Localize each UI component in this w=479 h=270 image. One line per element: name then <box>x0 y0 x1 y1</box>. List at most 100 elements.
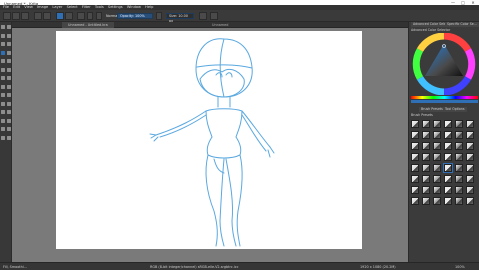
tool-icon[interactable] <box>1 67 5 72</box>
tool-icon[interactable] <box>6 67 11 72</box>
brush-preset-item[interactable] <box>422 142 430 150</box>
tool-icon[interactable] <box>1 110 5 114</box>
brush-preset-item[interactable] <box>433 175 441 183</box>
tool-icon[interactable] <box>6 76 11 80</box>
tool-icon[interactable] <box>1 33 5 38</box>
tool-icon[interactable] <box>6 59 11 63</box>
brush-preset-item[interactable] <box>444 142 452 150</box>
brush-preset-item[interactable] <box>433 153 441 161</box>
brush-preset-item[interactable] <box>444 131 452 139</box>
brush-preset-item[interactable] <box>422 153 430 161</box>
brush-preset-item[interactable] <box>455 175 463 183</box>
tool-icon[interactable] <box>6 93 11 97</box>
brush-preset-item[interactable] <box>433 131 441 139</box>
tool-icon[interactable] <box>6 25 11 29</box>
brush-preset-item[interactable] <box>444 153 452 161</box>
tool-icon[interactable] <box>1 118 5 123</box>
eraser-mode-icon[interactable] <box>87 12 93 20</box>
tab-specific-color-selector[interactable]: Specific Color Se... <box>445 22 479 27</box>
undo-icon[interactable] <box>34 12 42 20</box>
brush-preset-item[interactable] <box>422 197 430 205</box>
brush-preset-item[interactable] <box>443 163 453 173</box>
tool-icon[interactable] <box>6 84 11 89</box>
brush-preset-item[interactable] <box>422 131 430 139</box>
tool-icon[interactable] <box>1 127 5 131</box>
status-zoom[interactable]: 100% <box>455 265 465 269</box>
save-document-icon[interactable] <box>21 12 29 20</box>
tool-icon[interactable] <box>1 84 5 89</box>
tool-icon[interactable] <box>6 33 11 38</box>
tool-icon[interactable] <box>1 50 5 55</box>
brush-preset-item[interactable] <box>433 142 441 150</box>
brush-preset-item[interactable] <box>411 131 419 139</box>
size-slider[interactable]: Size: 10.00 px <box>166 13 194 23</box>
open-document-icon[interactable] <box>12 12 20 20</box>
brush-preset-item[interactable] <box>455 153 463 161</box>
brush-preset-item[interactable] <box>433 186 441 194</box>
brush-preset-item[interactable] <box>411 142 419 150</box>
brush-preset-item[interactable] <box>411 153 419 161</box>
preserve-alpha-icon[interactable] <box>96 12 102 20</box>
tool-icon[interactable] <box>6 50 11 55</box>
tool-icon[interactable] <box>1 76 5 80</box>
brush-preset-item[interactable] <box>466 164 474 172</box>
tool-icon[interactable] <box>6 127 11 131</box>
tool-icon[interactable] <box>6 135 11 140</box>
drawing-canvas[interactable] <box>56 31 362 249</box>
brush-preset-item[interactable] <box>444 186 452 194</box>
redo-icon[interactable] <box>43 12 51 20</box>
brush-preset-item[interactable] <box>455 131 463 139</box>
flow-icon[interactable] <box>156 12 162 20</box>
brush-preset-item[interactable] <box>422 186 430 194</box>
brush-preset-item[interactable] <box>444 197 452 205</box>
tool-icon[interactable] <box>1 59 5 63</box>
brush-preset-item[interactable] <box>411 164 419 172</box>
tool-icon[interactable] <box>6 110 11 114</box>
gradient-icon[interactable] <box>65 12 73 20</box>
brush-preset-item[interactable] <box>455 142 463 150</box>
tool-icon[interactable] <box>6 42 11 46</box>
color-wheel[interactable] <box>411 33 478 95</box>
brush-preset-item[interactable] <box>466 175 474 183</box>
brush-preset-item[interactable] <box>433 197 441 205</box>
new-document-icon[interactable] <box>3 12 11 20</box>
pattern-icon[interactable] <box>56 12 64 20</box>
tool-options-bar: Normal Opacity: 100% Size: 10.00 px <box>0 10 479 23</box>
tool-icon[interactable] <box>1 93 5 97</box>
tool-icon[interactable] <box>1 25 5 29</box>
brush-preset-item[interactable] <box>411 175 419 183</box>
brush-preset-item[interactable] <box>455 186 463 194</box>
tool-icon[interactable] <box>6 118 11 123</box>
brush-preset-item[interactable] <box>466 131 474 139</box>
brush-preset-item[interactable] <box>466 153 474 161</box>
brush-preset-item[interactable] <box>455 197 463 205</box>
mirror-icon[interactable] <box>199 12 207 20</box>
opacity-slider[interactable]: Opacity: 100% <box>117 13 153 19</box>
hue-slider[interactable] <box>411 96 478 99</box>
brush-preset-item[interactable] <box>433 164 441 172</box>
brush-preset-item[interactable] <box>455 164 463 172</box>
brush-preset-item[interactable] <box>422 120 430 128</box>
tool-icon[interactable] <box>1 135 5 140</box>
tab-tool-options[interactable]: Tool Options <box>443 107 467 112</box>
brush-preset-item[interactable] <box>444 120 452 128</box>
wrap-around-icon[interactable] <box>210 12 218 20</box>
brush-preset-item[interactable] <box>466 186 474 194</box>
brush-preset-item[interactable] <box>466 120 474 128</box>
tool-icon[interactable] <box>1 42 5 46</box>
brush-preset-item[interactable] <box>444 175 452 183</box>
brush-preset-item[interactable] <box>422 175 430 183</box>
brush-preset-item[interactable] <box>455 120 463 128</box>
tab-brush-presets[interactable]: Brush Presets <box>419 107 445 112</box>
value-slider[interactable] <box>411 100 478 103</box>
brush-preset-item[interactable] <box>422 164 430 172</box>
brush-preset-item[interactable] <box>411 120 419 128</box>
brush-preset-item[interactable] <box>466 197 474 205</box>
brush-preset-item[interactable] <box>433 120 441 128</box>
brush-preset-item[interactable] <box>466 142 474 150</box>
brush-preset-icon[interactable] <box>77 12 85 20</box>
brush-preset-item[interactable] <box>411 186 419 194</box>
brush-preset-item[interactable] <box>411 197 419 205</box>
tool-icon[interactable] <box>6 101 11 106</box>
tool-icon[interactable] <box>1 101 5 106</box>
